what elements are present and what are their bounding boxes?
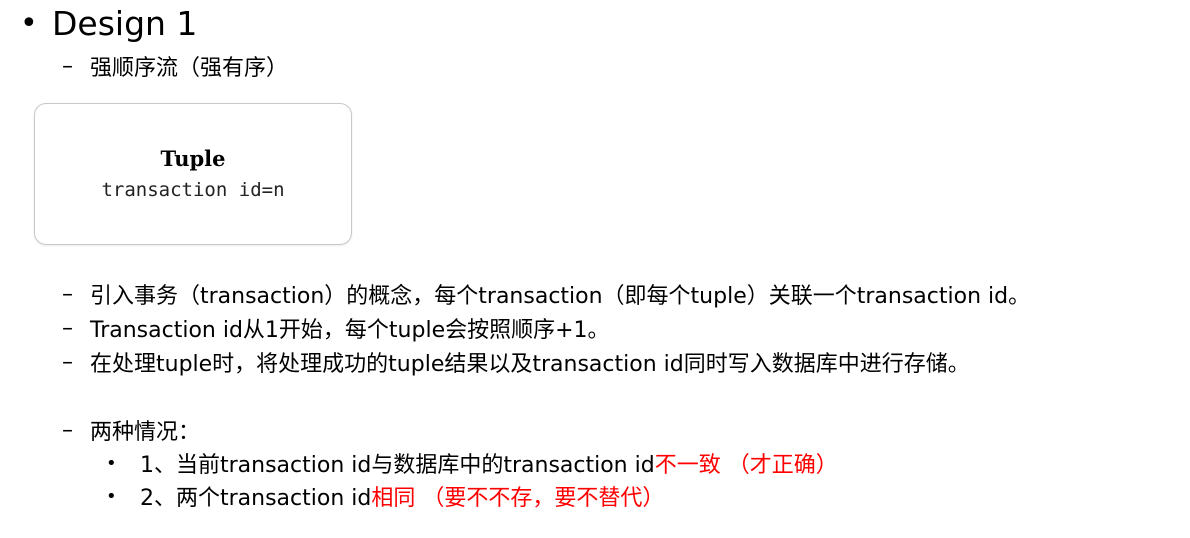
case-item: • 1、当前transaction id与数据库中的transaction id… — [106, 447, 838, 479]
point-text: 引入事务（transaction）的概念，每个transaction（即每个tu… — [90, 284, 1031, 309]
case-highlight: 相同 （要不不存，要不替代） — [371, 486, 665, 511]
dash-icon: – — [62, 349, 73, 375]
dash-icon: – — [62, 281, 73, 307]
point-text: 两种情况： — [90, 420, 201, 445]
case-text: 2、两个transaction id — [140, 486, 372, 511]
design-heading: • Design 1 — [20, 2, 197, 46]
tuple-title: Tuple — [160, 146, 226, 171]
point-item: – 两种情况： — [62, 414, 200, 446]
dash-icon: – — [62, 417, 73, 443]
point-text: 在处理tuple时，将处理成功的tuple结果以及transaction id同… — [90, 352, 970, 377]
subtitle-line: – 强顺序流（强有序） — [62, 50, 288, 82]
point-item: – 在处理tuple时，将处理成功的tuple结果以及transaction i… — [62, 346, 970, 378]
page-title: Design 1 — [52, 4, 198, 43]
case-highlight: 不一致 （才正确） — [654, 453, 838, 478]
point-item: – 引入事务（transaction）的概念，每个transaction（即每个… — [62, 278, 1030, 310]
dash-icon: – — [62, 315, 73, 341]
bullet-icon: • — [20, 6, 38, 41]
case-item: • 2、两个transaction id 相同 （要不不存，要不替代） — [106, 480, 664, 512]
point-text: Transaction id从1开始，每个tuple会按照顺序+1。 — [90, 318, 610, 343]
tuple-transaction-id: transaction id=n — [101, 179, 285, 201]
point-item: – Transaction id从1开始，每个tuple会按照顺序+1。 — [62, 312, 610, 344]
dash-icon: – — [62, 53, 73, 79]
bullet-icon: • — [106, 452, 117, 474]
case-text: 1、当前transaction id与数据库中的transaction id — [140, 453, 655, 478]
subtitle-text: 强顺序流（强有序） — [90, 56, 289, 81]
tuple-box: Tuple transaction id=n — [34, 103, 352, 245]
bullet-icon: • — [106, 485, 117, 507]
